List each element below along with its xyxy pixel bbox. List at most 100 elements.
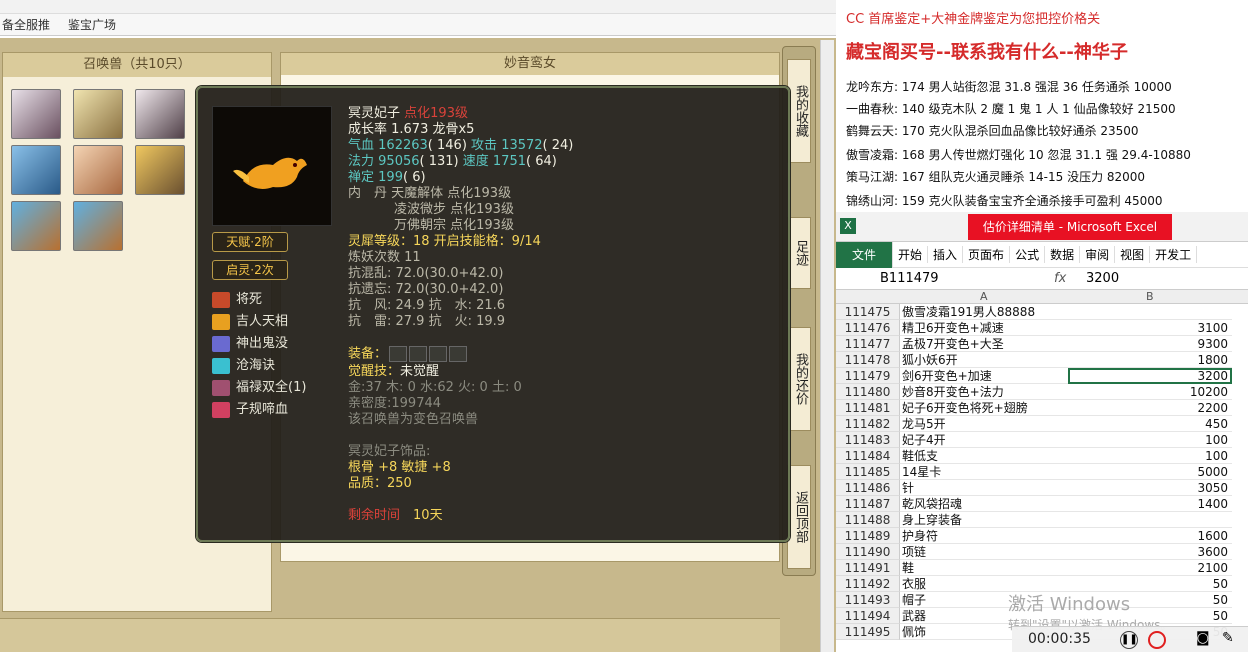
cell-a[interactable]: 项链 xyxy=(900,544,1068,560)
table-row[interactable]: 111487 乾风袋招魂 1400 xyxy=(836,496,1248,512)
cell-b[interactable]: 3050 xyxy=(1068,480,1232,496)
ribbon-tab[interactable]: 插入 xyxy=(928,246,964,263)
pet-avatar[interactable] xyxy=(11,89,61,139)
formula-input[interactable]: 3200 xyxy=(1086,271,1119,286)
table-row[interactable]: 111479 剑6开变色+加速 3200 xyxy=(836,368,1248,384)
stop-icon[interactable] xyxy=(1148,631,1166,649)
pet-avatar[interactable] xyxy=(73,145,123,195)
back-to-top-button[interactable]: 返回顶部 xyxy=(787,465,811,569)
row-number[interactable]: 111489 xyxy=(836,528,900,544)
cell-a[interactable]: 针 xyxy=(900,480,1068,496)
pet-avatar[interactable] xyxy=(135,145,185,195)
scrollbar[interactable] xyxy=(820,40,834,652)
row-number[interactable]: 111494 xyxy=(836,608,900,624)
row-number[interactable]: 111491 xyxy=(836,560,900,576)
cell-a[interactable]: 孟极7开变色+大圣 xyxy=(900,336,1068,352)
row-number[interactable]: 111480 xyxy=(836,384,900,400)
cell-a[interactable]: 龙马5开 xyxy=(900,416,1068,432)
cell-a[interactable]: 精卫6开变色+减速 xyxy=(900,320,1068,336)
row-number[interactable]: 111485 xyxy=(836,464,900,480)
row-number[interactable]: 111486 xyxy=(836,480,900,496)
cell-b[interactable]: 10200 xyxy=(1068,384,1232,400)
cell-a[interactable]: 鞋 xyxy=(900,560,1068,576)
table-row[interactable]: 111477 孟极7开变色+大圣 9300 xyxy=(836,336,1248,352)
camera-icon[interactable]: ◙ xyxy=(1196,630,1210,646)
cell-b[interactable]: 3100 xyxy=(1068,320,1232,336)
ribbon-tab[interactable]: 审阅 xyxy=(1080,246,1116,263)
ribbon-tab[interactable]: 公式 xyxy=(1010,246,1046,263)
table-row[interactable]: 111484 鞋低支 100 xyxy=(836,448,1248,464)
row-number[interactable]: 111475 xyxy=(836,304,900,320)
cell-a[interactable]: 身上穿装备 xyxy=(900,512,1068,528)
cell-a[interactable]: 乾风袋招魂 xyxy=(900,496,1068,512)
favorites-button[interactable]: 我的收藏 xyxy=(787,59,811,163)
row-number[interactable]: 111487 xyxy=(836,496,900,512)
row-number[interactable]: 111492 xyxy=(836,576,900,592)
table-row[interactable]: 111483 妃子4开 100 xyxy=(836,432,1248,448)
cell-b[interactable]: 100 xyxy=(1068,432,1232,448)
cell-b[interactable] xyxy=(1068,512,1232,528)
table-row[interactable]: 111482 龙马5开 450 xyxy=(836,416,1248,432)
cell-a[interactable]: 鞋低支 xyxy=(900,448,1068,464)
bookmark-item[interactable]: 鉴宝广场 xyxy=(68,16,116,33)
name-box[interactable]: B111479 xyxy=(880,271,939,286)
pet-avatar[interactable] xyxy=(135,89,185,139)
cell-b[interactable]: 1600 xyxy=(1068,528,1232,544)
equip-slot-icon[interactable] xyxy=(429,346,448,362)
equip-slot-icon[interactable] xyxy=(389,346,408,362)
equip-slot-icon[interactable] xyxy=(409,346,428,362)
pet-avatar[interactable] xyxy=(11,201,61,251)
cell-a[interactable]: 傲雪凌霜191男人88888 xyxy=(900,304,1068,320)
table-row[interactable]: 111481 妃子6开变色将死+翅膀 2200 xyxy=(836,400,1248,416)
row-number[interactable]: 111493 xyxy=(836,592,900,608)
row-number[interactable]: 111482 xyxy=(836,416,900,432)
cell-a[interactable]: 剑6开变色+加速 xyxy=(900,368,1068,384)
table-row[interactable]: 111488 身上穿装备 xyxy=(836,512,1248,528)
cell-b[interactable] xyxy=(1068,304,1232,320)
row-number[interactable]: 111490 xyxy=(836,544,900,560)
table-row[interactable]: 111490 项链 3600 xyxy=(836,544,1248,560)
ribbon-tab[interactable]: 页面布 xyxy=(963,246,1011,263)
history-button[interactable]: 足迹 xyxy=(787,217,811,289)
table-row[interactable]: 111480 妙音8开变色+法力 10200 xyxy=(836,384,1248,400)
row-number[interactable]: 111478 xyxy=(836,352,900,368)
cell-a[interactable]: 妙音8开变色+法力 xyxy=(900,384,1068,400)
column-header-b[interactable]: B xyxy=(1146,290,1154,303)
cell-b[interactable]: 2100 xyxy=(1068,560,1232,576)
table-row[interactable]: 111486 针 3050 xyxy=(836,480,1248,496)
table-row[interactable]: 111475 傲雪凌霜191男人88888 xyxy=(836,304,1248,320)
cell-b[interactable]: 2200 xyxy=(1068,400,1232,416)
row-number[interactable]: 111477 xyxy=(836,336,900,352)
ribbon-tab[interactable]: 开始 xyxy=(893,246,929,263)
table-row[interactable]: 111478 狐小妖6开 1800 xyxy=(836,352,1248,368)
pet-avatar[interactable] xyxy=(11,145,61,195)
pause-icon[interactable]: ❚❚ xyxy=(1120,631,1138,649)
bookmark-item[interactable]: 备全服推 xyxy=(2,16,50,33)
cell-b[interactable]: 1400 xyxy=(1068,496,1232,512)
pet-avatar[interactable] xyxy=(73,201,123,251)
cell-b[interactable]: 3200 xyxy=(1068,368,1232,384)
cell-a[interactable]: 妃子6开变色将死+翅膀 xyxy=(900,400,1068,416)
cell-b[interactable]: 450 xyxy=(1068,416,1232,432)
cell-a[interactable]: 14星卡 xyxy=(900,464,1068,480)
cell-a[interactable]: 护身符 xyxy=(900,528,1068,544)
row-number[interactable]: 111476 xyxy=(836,320,900,336)
row-number[interactable]: 111479 xyxy=(836,368,900,384)
cell-a[interactable]: 妃子4开 xyxy=(900,432,1068,448)
column-header-a[interactable]: A xyxy=(980,290,988,303)
row-number[interactable]: 111481 xyxy=(836,400,900,416)
pet-avatar[interactable] xyxy=(73,89,123,139)
row-number[interactable]: 111495 xyxy=(836,624,900,640)
counter-offer-button[interactable]: 我的还价 xyxy=(787,327,811,431)
cell-b[interactable]: 9300 xyxy=(1068,336,1232,352)
pen-icon[interactable]: ✎ xyxy=(1222,630,1234,646)
equip-slot-icon[interactable] xyxy=(449,346,468,362)
cell-b[interactable]: 1800 xyxy=(1068,352,1232,368)
cell-b[interactable]: 5000 xyxy=(1068,464,1232,480)
cell-a[interactable]: 狐小妖6开 xyxy=(900,352,1068,368)
cell-b[interactable]: 100 xyxy=(1068,448,1232,464)
row-number[interactable]: 111483 xyxy=(836,432,900,448)
table-row[interactable]: 111485 14星卡 5000 xyxy=(836,464,1248,480)
table-row[interactable]: 111489 护身符 1600 xyxy=(836,528,1248,544)
table-row[interactable]: 111476 精卫6开变色+减速 3100 xyxy=(836,320,1248,336)
